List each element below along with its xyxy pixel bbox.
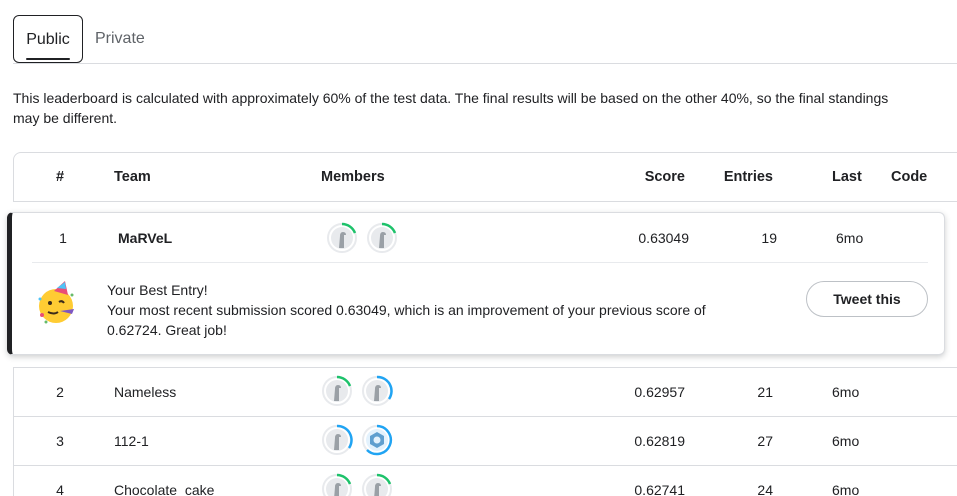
entries: 21 xyxy=(757,384,773,400)
column-entries[interactable]: Entries xyxy=(704,169,773,185)
leaderboard-header: # Team Members Score Entries Last Code xyxy=(13,152,957,202)
rank: 2 xyxy=(56,384,64,400)
best-entry-message: Your most recent submission scored 0.630… xyxy=(107,302,706,338)
best-entry-card: 1 MaRVeL 0.63049 19 6mo Your Best Entry!… xyxy=(7,212,945,355)
tab-public-label: Public xyxy=(26,31,70,48)
leaderboard-note: This leaderboard is calculated with appr… xyxy=(13,90,889,126)
member-avatar[interactable] xyxy=(321,375,353,407)
column-last[interactable]: Last xyxy=(832,169,862,185)
member-avatar[interactable] xyxy=(321,424,353,456)
score: 0.63049 xyxy=(638,230,689,246)
leaderboard-tabs: Public Private xyxy=(13,15,957,64)
score: 0.62819 xyxy=(634,433,685,449)
member-avatar[interactable] xyxy=(326,222,358,254)
team-members xyxy=(321,375,393,407)
tab-private[interactable]: Private xyxy=(95,15,145,63)
last-submission: 6mo xyxy=(832,482,860,496)
rank: 1 xyxy=(59,230,67,246)
member-avatar[interactable] xyxy=(366,222,398,254)
member-avatar[interactable] xyxy=(361,424,393,456)
team-name[interactable]: 112-1 xyxy=(114,433,149,449)
table-row: 4 Chocolate_cake 0.62741 24 6mo xyxy=(14,466,957,496)
last-submission: 6mo xyxy=(836,230,864,246)
team-members xyxy=(321,424,393,456)
score: 0.62957 xyxy=(634,384,685,400)
tab-private-label: Private xyxy=(95,30,145,47)
entries: 27 xyxy=(757,433,773,449)
last-submission: 6mo xyxy=(832,384,860,400)
score: 0.62741 xyxy=(634,482,685,496)
leaderboard-rows: 2 Nameless 0.62957 21 6mo 3 112-1 0.6281… xyxy=(13,367,957,496)
last-submission: 6mo xyxy=(832,433,860,449)
best-entry-title: Your Best Entry! xyxy=(107,282,208,298)
member-avatar[interactable] xyxy=(321,473,353,496)
member-avatar[interactable] xyxy=(361,473,393,496)
partying-face-icon xyxy=(34,279,82,327)
team-members xyxy=(326,222,398,254)
column-members: Members xyxy=(321,169,385,185)
team-name[interactable]: Chocolate_cake xyxy=(114,482,214,496)
team-name[interactable]: MaRVeL xyxy=(118,230,172,246)
team-name[interactable]: Nameless xyxy=(114,384,176,400)
column-score[interactable]: Score xyxy=(574,169,685,185)
entries: 24 xyxy=(757,482,773,496)
column-team[interactable]: Team xyxy=(114,169,151,185)
column-code: Code xyxy=(891,169,928,185)
table-row: 2 Nameless 0.62957 21 6mo xyxy=(14,368,957,417)
table-row: 3 112-1 0.62819 27 6mo xyxy=(14,417,957,466)
rank: 3 xyxy=(56,433,64,449)
divider xyxy=(32,262,928,263)
entries: 19 xyxy=(761,230,777,246)
tab-public[interactable]: Public xyxy=(13,15,83,63)
rank: 4 xyxy=(56,482,64,496)
column-rank[interactable]: # xyxy=(54,169,66,185)
tweet-button[interactable]: Tweet this xyxy=(806,281,928,317)
team-members xyxy=(321,473,393,496)
active-tab-indicator xyxy=(26,58,70,60)
member-avatar[interactable] xyxy=(361,375,393,407)
